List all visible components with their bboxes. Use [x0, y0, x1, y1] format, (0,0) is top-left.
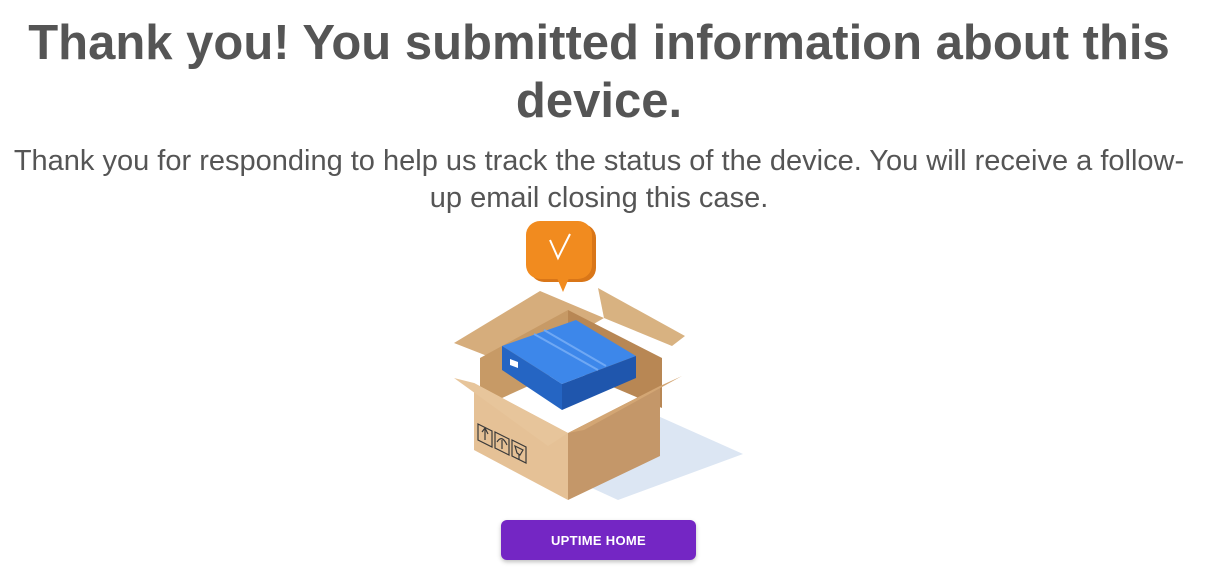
confirmation-page: Thank you! You submitted information abo…	[0, 0, 1225, 578]
package-illustration	[454, 221, 743, 500]
uptime-home-button[interactable]: UPTIME HOME	[501, 520, 696, 560]
confirmation-message: Thank you for responding to help us trac…	[13, 145, 1185, 214]
page-title: Thank you! You submitted information abo…	[28, 16, 1170, 128]
checkmark-bubble-icon	[526, 221, 596, 292]
